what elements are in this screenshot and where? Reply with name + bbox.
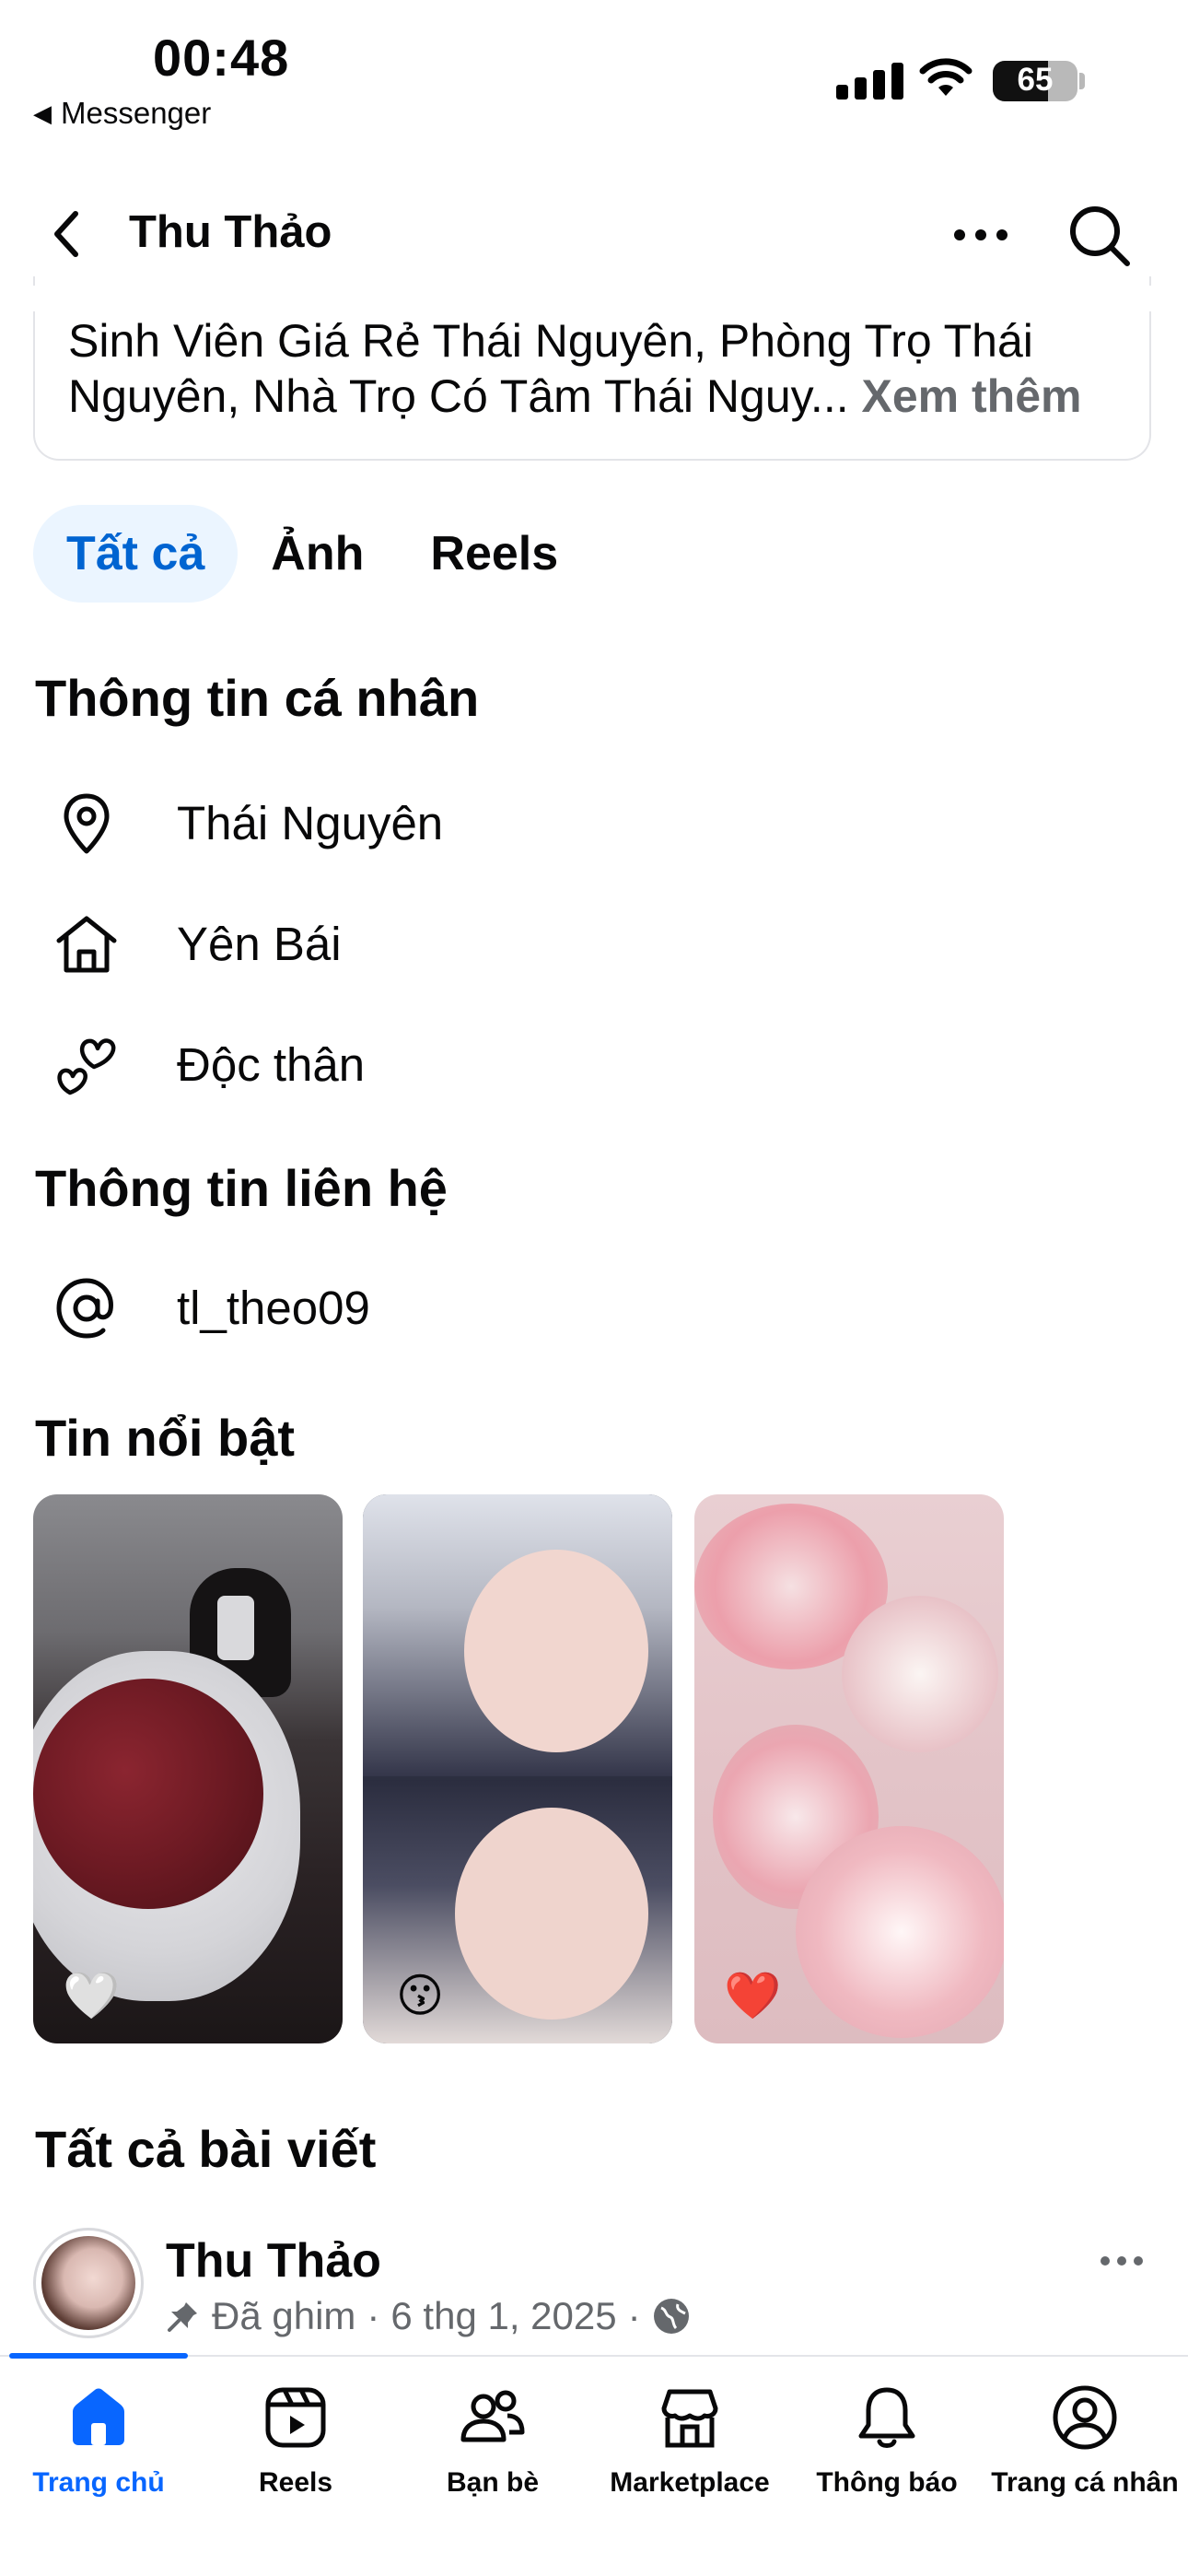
nav-marketplace-label: Marketplace: [610, 2467, 770, 2498]
post-author-name[interactable]: Thu Thảo: [166, 2233, 381, 2289]
bio-clip-mask: [0, 286, 1188, 311]
profile-icon: [1053, 2385, 1117, 2450]
info-location-text: Thái Nguyên: [177, 797, 444, 849]
more-options-icon[interactable]: [949, 212, 1013, 258]
nav-home-label: Trang chủ: [32, 2467, 165, 2498]
friends-icon: [460, 2390, 525, 2442]
post-date[interactable]: 6 thg 1, 2025: [390, 2294, 616, 2338]
highlight-2-top-face: [464, 1550, 648, 1752]
pinned-label: Đã ghim: [212, 2294, 356, 2337]
nav-home[interactable]: Trang chủ: [0, 2375, 197, 2541]
back-app-label: Messenger: [61, 96, 212, 130]
highlight-3[interactable]: ❤️: [694, 1494, 1004, 2043]
highlight-1-roses: [33, 1679, 263, 1909]
bio-text: Sinh Viên Giá Rẻ Thái Nguyên, Phòng Trọ …: [68, 313, 1127, 424]
highlight-2-emoji: 😗: [395, 1970, 445, 2021]
highlight-1-emoji: 🤍: [63, 1970, 121, 2021]
highlight-3-bouquet-2: [842, 1596, 998, 1752]
battery-percent: 65: [1017, 62, 1054, 98]
nav-notifications[interactable]: Thông báo: [788, 2375, 985, 2541]
nav-profile[interactable]: Trang cá nhân: [985, 2375, 1184, 2541]
back-triangle-icon: ◀: [33, 99, 52, 127]
post-meta: Đã ghim · 6 thg 1, 2025 ·: [166, 2294, 691, 2338]
see-more-link[interactable]: Xem thêm: [862, 370, 1082, 422]
bio-line-1: Sinh Viên Giá Rẻ Thái Nguyên, Phòng Trọ …: [68, 315, 1033, 367]
tab-photos[interactable]: Ảnh: [238, 505, 397, 603]
nav-notifications-label: Thông báo: [816, 2467, 958, 2498]
highlight-2-bottom-face: [455, 1808, 648, 2020]
avatar-image: [41, 2236, 135, 2330]
meta-separator-1: ·: [367, 2294, 380, 2337]
wifi-icon: [919, 58, 973, 96]
pin-icon: [168, 2302, 197, 2332]
battery-tip: [1079, 73, 1085, 89]
info-row-instagram[interactable]: tl_theo09: [0, 1260, 1188, 1352]
nav-friends[interactable]: Bạn bè: [394, 2375, 591, 2541]
nav-friends-label: Bạn bè: [446, 2467, 540, 2498]
nav-reels[interactable]: Reels: [197, 2375, 394, 2541]
cellular-signal-icon: [836, 61, 903, 100]
reels-icon: [265, 2387, 326, 2448]
profile-name-title: Thu Thảo: [129, 207, 332, 257]
info-relationship-text: Độc thân: [177, 1038, 366, 1091]
battery-icon: 65: [993, 61, 1077, 101]
meta-separator-2: ·: [627, 2294, 641, 2337]
status-bar: 00:48 ◀ Messenger 65: [0, 0, 1188, 138]
post-author-avatar[interactable]: [33, 2228, 144, 2338]
globe-icon: [653, 2299, 689, 2334]
contact-info-title: Thông tin liên hệ: [35, 1159, 448, 1217]
back-chevron-icon[interactable]: [44, 205, 90, 263]
highlight-1[interactable]: 🤍: [33, 1494, 343, 2043]
tab-all[interactable]: Tất cả: [33, 505, 239, 603]
marketplace-icon: [661, 2389, 718, 2448]
info-row-hometown: Yên Bái: [0, 896, 1188, 989]
search-icon[interactable]: [1065, 201, 1135, 271]
all-posts-title: Tất cả bài viết: [35, 2120, 377, 2178]
info-hometown-text: Yên Bái: [177, 918, 342, 970]
home-filled-icon: [73, 2388, 124, 2445]
status-time: 00:48: [153, 29, 290, 87]
at-sign-icon: [56, 1278, 113, 1339]
location-pin-icon: [64, 793, 110, 854]
personal-info-title: Thông tin cá nhân: [35, 669, 480, 727]
bell-icon: [858, 2387, 915, 2448]
info-row-location: Thái Nguyên: [0, 776, 1188, 868]
nav-marketplace[interactable]: Marketplace: [591, 2375, 788, 2541]
post-more-options-icon[interactable]: [1096, 2241, 1147, 2281]
back-to-app-link[interactable]: ◀ Messenger: [33, 96, 211, 131]
profile-tabs: Tất cả Ảnh Reels: [33, 505, 591, 603]
info-row-relationship: Độc thân: [0, 1017, 1188, 1109]
profile-header: Thu Thảo: [0, 184, 1188, 286]
highlight-2[interactable]: 😗: [363, 1494, 672, 2043]
active-tab-indicator: [9, 2353, 188, 2359]
highlight-1-phone: [217, 1596, 254, 1660]
highlights-title: Tin nổi bật: [35, 1409, 296, 1467]
info-instagram-text: tl_theo09: [177, 1282, 370, 1334]
bio-line-2-text: Nguyên, Nhà Trọ Có Tâm Thái Nguy...: [68, 370, 849, 422]
bottom-navigation: Trang chủ Reels Bạn bè Marketplace Thông…: [0, 2353, 1188, 2576]
tab-reels[interactable]: Reels: [397, 505, 591, 603]
highlight-3-bouquet-4: [796, 1826, 1004, 2038]
home-icon: [56, 916, 117, 973]
nav-reels-label: Reels: [258, 2467, 333, 2498]
bio-line-2: Nguyên, Nhà Trọ Có Tâm Thái Nguy... Xem …: [68, 369, 1127, 424]
relationship-hearts-icon: [57, 1038, 116, 1095]
highlight-3-emoji: ❤️: [724, 1970, 782, 2021]
nav-profile-label: Trang cá nhân: [991, 2467, 1179, 2498]
